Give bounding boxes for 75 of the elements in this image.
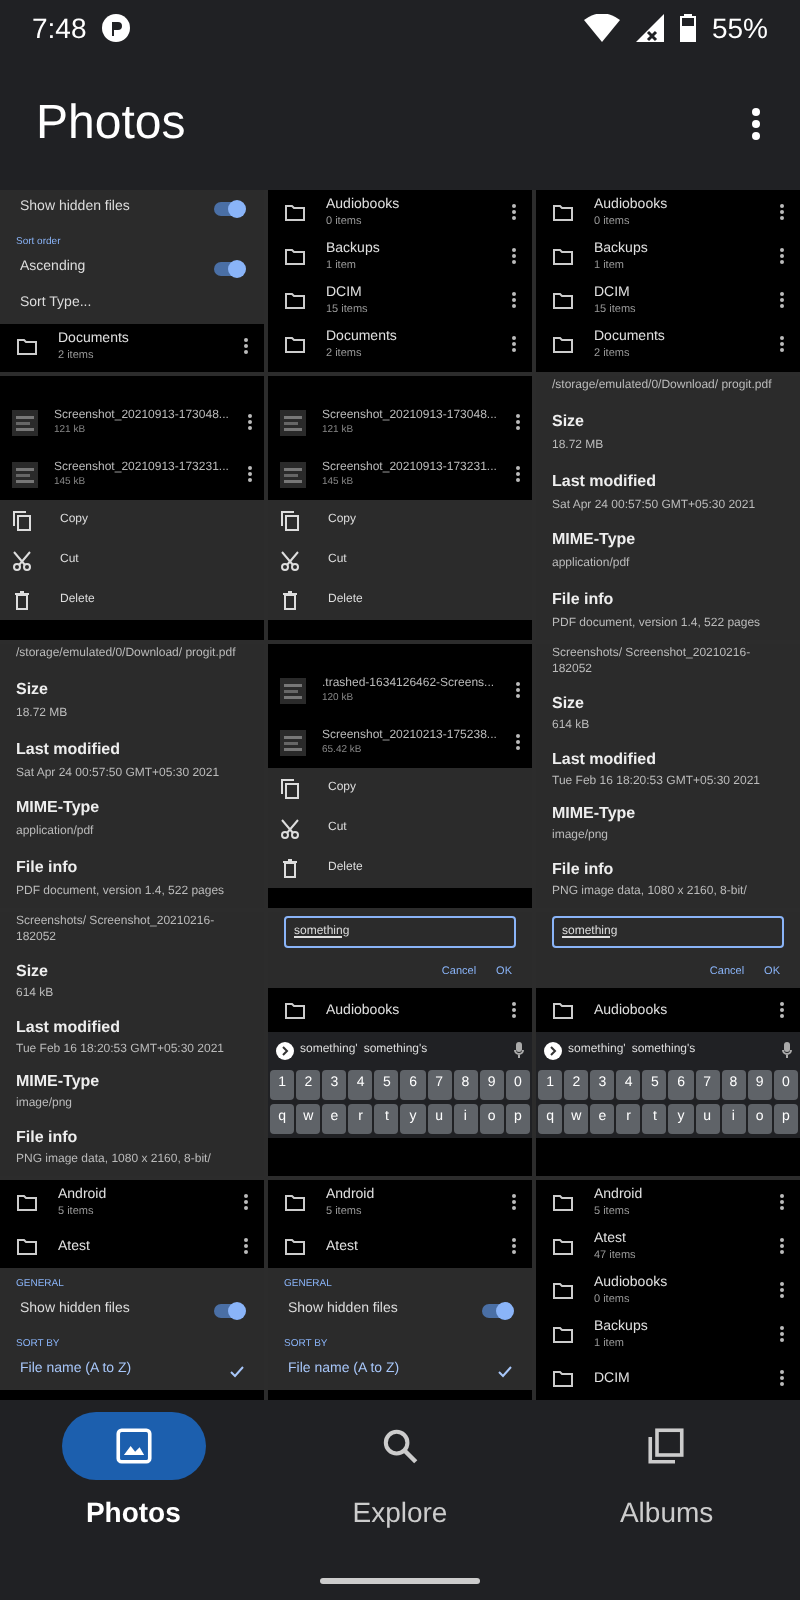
search-icon	[381, 1428, 418, 1464]
nav-tab[interactable]: Explore	[266, 1412, 534, 1534]
battery-percentage: 55%	[711, 9, 768, 47]
info-label: Size	[16, 679, 49, 698]
image-icon	[115, 1428, 152, 1464]
scissors-icon	[280, 817, 300, 839]
toggle-switch[interactable]	[214, 201, 244, 215]
info-label: File info	[16, 1128, 78, 1147]
expand-icon[interactable]	[544, 1041, 562, 1059]
albums-icon	[648, 1428, 685, 1464]
copy-icon	[280, 777, 300, 799]
battery-icon	[679, 14, 696, 42]
scissors-icon	[280, 549, 300, 571]
folder-icon	[284, 1001, 306, 1019]
folder-icon	[552, 291, 574, 309]
folder-icon	[552, 203, 574, 221]
copy-icon	[12, 509, 32, 531]
app-title: Photos	[36, 93, 188, 153]
file-thumbnail-icon	[12, 409, 38, 435]
clock-time: 7:48	[32, 9, 87, 47]
folder-icon	[552, 1193, 574, 1211]
trash-icon	[280, 857, 300, 879]
info-label: Size	[16, 961, 49, 980]
folder-icon	[552, 1281, 574, 1299]
signal-icon	[635, 14, 664, 42]
info-label: File info	[552, 590, 614, 609]
folder-icon	[552, 1325, 574, 1343]
expand-icon[interactable]	[276, 1041, 294, 1059]
scissors-icon	[12, 549, 32, 571]
info-label: Last modified	[16, 1017, 121, 1036]
trash-icon	[12, 589, 32, 611]
file-thumbnail-icon	[280, 461, 306, 487]
info-label: Size	[552, 411, 585, 430]
folder-icon	[552, 1237, 574, 1255]
trash-icon	[280, 589, 300, 611]
folder-icon	[552, 1001, 574, 1019]
folder-icon	[284, 1237, 306, 1255]
file-thumbnail-icon	[12, 461, 38, 487]
info-label: MIME-Type	[16, 798, 100, 817]
info-label: Last modified	[552, 471, 657, 490]
notification-icon	[102, 14, 131, 42]
toggle-switch[interactable]	[214, 261, 244, 275]
check-icon	[498, 1365, 512, 1377]
info-label: MIME-Type	[552, 804, 636, 823]
folder-icon	[552, 247, 574, 265]
info-label: MIME-Type	[552, 530, 636, 549]
copy-icon	[280, 509, 300, 531]
file-thumbnail-icon	[280, 729, 306, 755]
folder-icon	[284, 1193, 306, 1211]
info-label: Last modified	[16, 739, 121, 758]
nav-tab[interactable]: Photos	[0, 1412, 267, 1534]
folder-icon	[284, 335, 306, 353]
folder-icon	[16, 1237, 38, 1255]
folder-icon	[284, 203, 306, 221]
more-options-icon[interactable]	[752, 107, 760, 139]
check-icon	[230, 1365, 244, 1377]
microphone-icon[interactable]	[782, 1042, 792, 1058]
toggle-switch[interactable]	[214, 1303, 244, 1317]
nav-tab[interactable]: Albums	[533, 1412, 800, 1534]
info-label: Size	[552, 693, 585, 712]
folder-icon	[16, 1193, 38, 1211]
file-thumbnail-icon	[280, 409, 306, 435]
folder-icon	[284, 291, 306, 309]
info-label: File info	[16, 858, 78, 877]
info-label: File info	[552, 860, 614, 879]
microphone-icon[interactable]	[514, 1042, 524, 1058]
folder-icon	[284, 247, 306, 265]
info-label: MIME-Type	[16, 1072, 100, 1091]
folder-icon	[16, 337, 38, 355]
folder-icon	[552, 1369, 574, 1387]
folder-icon	[552, 335, 574, 353]
file-thumbnail-icon	[280, 677, 306, 703]
info-label: Last modified	[552, 749, 657, 768]
wifi-icon	[583, 14, 620, 42]
toggle-switch[interactable]	[482, 1303, 512, 1317]
